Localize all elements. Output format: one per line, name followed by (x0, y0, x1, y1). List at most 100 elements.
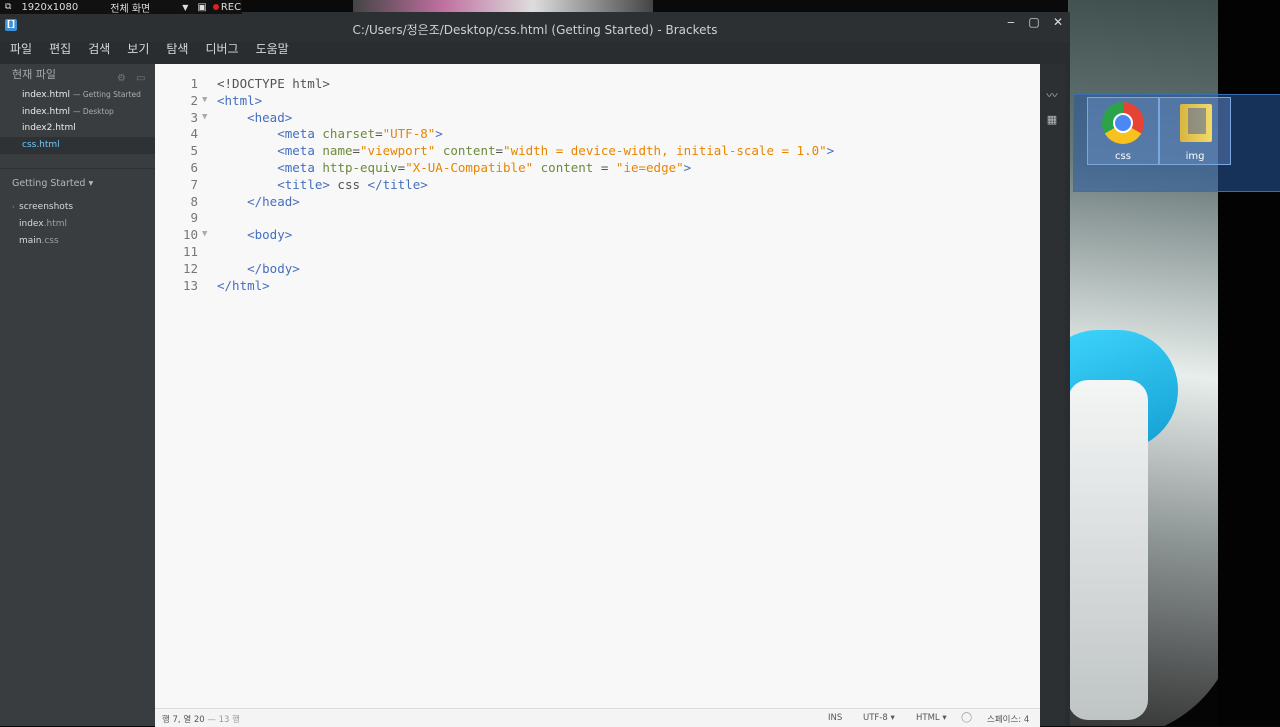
cursor-position-text: 행 7, 열 20 (162, 715, 205, 725)
code-text: <!DOCTYPE html> (217, 76, 330, 91)
line-number: 4 (190, 126, 198, 142)
line-number: 13 (182, 277, 198, 293)
working-file-name: index.html (22, 90, 70, 100)
working-file-dir: — Desktop (72, 107, 114, 116)
code-line[interactable]: 13 </html> (155, 277, 1040, 294)
encoding-select[interactable]: UTF-8 ▾ (863, 713, 895, 723)
chevron-down-icon[interactable]: ▼ (182, 3, 188, 12)
tree-file[interactable]: index.html (0, 216, 155, 233)
gear-icon[interactable]: ⚙ (117, 68, 126, 90)
fold-arrow-icon[interactable]: ▼ (202, 92, 207, 109)
menu-debug[interactable]: 디버그 (195, 42, 245, 64)
working-files-list: index.html — Getting Started index.html — D… (0, 86, 155, 154)
record-button[interactable]: REC (221, 2, 241, 13)
line-number: 9 (190, 210, 198, 226)
project-tree: › screenshots index.html main.css (0, 199, 155, 250)
line-number: 10 (182, 227, 198, 243)
working-file-item[interactable]: index.html — Desktop (0, 103, 155, 120)
code-line[interactable]: 5 <meta name="viewport" content="width =… (155, 142, 1040, 159)
tree-folder[interactable]: › screenshots (0, 199, 155, 216)
line-number: 5 (190, 143, 198, 159)
code-text: <meta http-equiv="X-UA-Compatible" conte… (277, 160, 692, 175)
code-line[interactable]: 2 ▼ <html> (155, 92, 1040, 109)
recorder-resolution[interactable]: 1920x1080 (21, 2, 78, 13)
language-select[interactable]: HTML ▾ (916, 713, 947, 723)
insert-mode-toggle[interactable]: INS (828, 713, 842, 723)
code-text: <head> (247, 109, 293, 125)
tree-file[interactable]: main.css (0, 233, 155, 250)
recorder-window-icon[interactable]: ⧉ (5, 2, 11, 12)
menu-bar: 파일 편집 검색 보기 탐색 디버그 도움말 (0, 42, 1070, 64)
fold-arrow-icon[interactable]: ▼ (202, 226, 207, 243)
extension-manager-icon[interactable]: ▦ (1045, 114, 1059, 126)
code-line[interactable]: 6 <meta http-equiv="X-UA-Compatible" con… (155, 159, 1040, 176)
working-file-item[interactable]: index.html — Getting Started (0, 86, 155, 103)
screen-recorder-bar: ⧉ 1920x1080 전체 화면 ▼ ▣ REC (0, 0, 242, 15)
code-text: <meta name="viewport" content="width = d… (277, 143, 835, 159)
folder-icon (1180, 104, 1212, 142)
background-window-strip (353, 0, 653, 12)
split-view-icon[interactable]: ▭ (136, 68, 145, 90)
recorder-mode[interactable]: 전체 화면 (110, 0, 150, 15)
desktop-icon-img[interactable]: img (1159, 97, 1231, 165)
code-line[interactable]: 7 <title> css </title> (155, 176, 1040, 193)
working-file-item[interactable]: css.html (0, 137, 155, 154)
tree-item-name: main (19, 236, 42, 246)
maximize-button[interactable]: ▢ (1023, 15, 1045, 29)
brackets-window: [] C:/Users/정은조/Desktop/css.html (Gettin… (0, 12, 1070, 727)
desktop-icon-css[interactable]: css (1087, 97, 1159, 165)
line-number: 2 (190, 92, 198, 108)
menu-file[interactable]: 파일 (0, 42, 39, 64)
line-number: 7 (190, 176, 198, 192)
working-file-item[interactable]: index2.html (0, 120, 155, 137)
tree-item-ext: .css (41, 236, 59, 246)
code-line[interactable]: 10 ▼ <body> (155, 226, 1040, 243)
code-line[interactable]: 12 </body> (155, 260, 1040, 277)
minimize-button[interactable]: ‒ (1000, 15, 1022, 29)
chrome-icon (1102, 102, 1144, 144)
window-title: C:/Users/정은조/Desktop/css.html (Getting S… (352, 23, 718, 37)
menu-find[interactable]: 검색 (78, 42, 117, 64)
fold-arrow-icon[interactable]: ▼ (202, 109, 207, 126)
linter-status-icon[interactable]: ◯ (961, 712, 972, 723)
code-text: </body> (247, 260, 300, 276)
code-editor[interactable]: 1 <!DOCTYPE html> 2 ▼ <html> 3 ▼ <head> 4 <meta… (155, 64, 1040, 708)
code-line[interactable]: 11 (155, 243, 1040, 260)
cursor-position: 행 7, 열 20 — 13 행 (162, 713, 240, 725)
camera-icon[interactable]: ▣ (197, 2, 206, 13)
line-count: — 13 행 (207, 715, 240, 725)
tree-item-name: index (19, 219, 44, 229)
chevron-right-icon[interactable]: › (12, 199, 15, 216)
menu-edit[interactable]: 편집 (39, 42, 78, 64)
project-dropdown[interactable]: Getting Started ▾ (0, 175, 155, 193)
menu-navigate[interactable]: 탐색 (156, 42, 195, 64)
working-files-title: 현재 파일 (12, 68, 56, 81)
code-text: <title> css </title> (277, 176, 428, 192)
working-file-dir: — Getting Started (72, 90, 141, 99)
working-files-header: 현재 파일 ⚙ ▭ (0, 64, 155, 86)
tree-item-ext: .html (43, 219, 67, 229)
code-text: <meta charset="UTF-8"> (277, 126, 443, 142)
line-number: 3 (190, 109, 198, 125)
code-line[interactable]: 8 </head> (155, 193, 1040, 210)
menu-view[interactable]: 보기 (117, 42, 156, 64)
record-icon (212, 4, 219, 10)
code-line[interactable]: 9 (155, 209, 1040, 226)
code-text: <body> (247, 227, 293, 243)
code-line[interactable]: 4 <meta charset="UTF-8"> (155, 125, 1040, 142)
code-line[interactable]: 1 <!DOCTYPE html> (155, 75, 1040, 92)
code-line[interactable]: 3 ▼ <head> (155, 109, 1040, 126)
tree-item-name: screenshots (19, 202, 74, 212)
code-text: </html> (217, 277, 270, 293)
line-number: 1 (190, 76, 198, 91)
desktop-icon-label: img (1185, 151, 1205, 162)
working-file-name: css.html (22, 140, 60, 150)
menu-help[interactable]: 도움말 (246, 42, 296, 64)
right-toolbar: 〰 ▦ (1040, 64, 1065, 726)
live-preview-icon[interactable]: 〰 (1045, 90, 1059, 102)
desktop-icon-label: css (1115, 151, 1131, 162)
indent-spaces[interactable]: 스페이스: 4 (987, 713, 1029, 725)
sidebar: 현재 파일 ⚙ ▭ index.html — Getting Started ind… (0, 64, 155, 726)
close-button[interactable]: ✕ (1047, 15, 1069, 29)
divider (0, 168, 155, 169)
